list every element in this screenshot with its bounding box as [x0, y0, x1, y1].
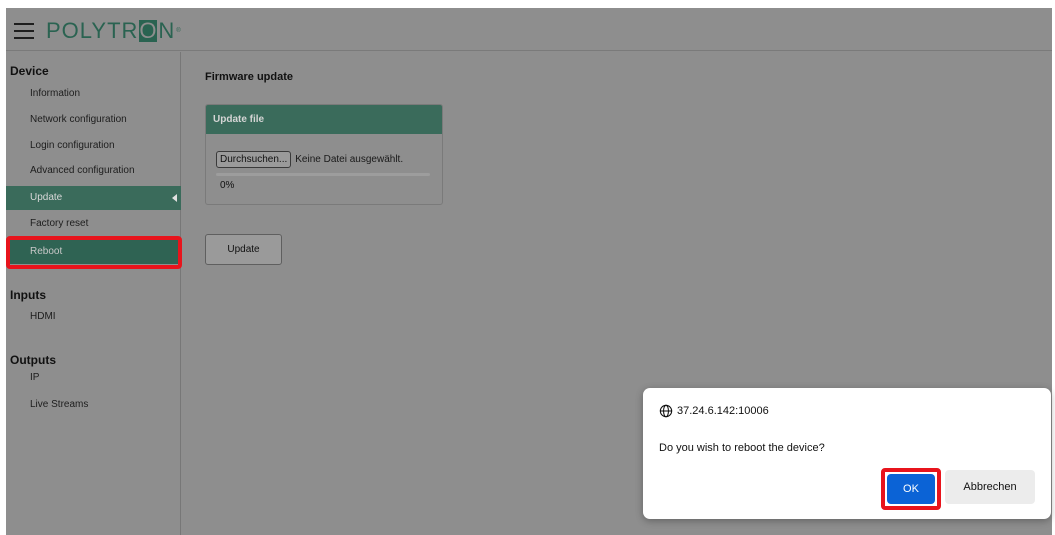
sidebar-item-update-label: Update	[30, 192, 63, 203]
sidebar-item-live-streams[interactable]: Live Streams	[6, 393, 181, 417]
hamburger-icon[interactable]	[14, 23, 34, 39]
sidebar-section-inputs: Inputs	[10, 288, 46, 302]
browse-button[interactable]: Durchsuchen...	[216, 151, 292, 168]
polytron-logo: POLYTR O N ®	[46, 17, 182, 45]
dialog-origin: 37.24.6.142:10006	[659, 404, 769, 418]
app-header: POLYTR O N ®	[6, 8, 1052, 51]
logo-registered-mark: ®	[176, 28, 182, 34]
ok-button[interactable]: OK	[887, 474, 935, 504]
globe-icon	[659, 404, 673, 418]
page-title: Firmware update	[205, 71, 294, 83]
logo-text-left: POLYTR	[46, 18, 139, 43]
sidebar-section-device: Device	[10, 64, 49, 78]
update-file-panel: Update file Durchsuchen... Keine Datei a…	[205, 104, 443, 205]
update-button[interactable]: Update	[205, 234, 282, 265]
sidebar: Device Information Network configuration…	[6, 52, 182, 535]
sidebar-item-update[interactable]: Update	[6, 186, 181, 210]
reboot-confirm-dialog: 37.24.6.142:10006 Do you wish to reboot …	[643, 388, 1051, 519]
cancel-button[interactable]: Abbrechen	[945, 470, 1035, 504]
sidebar-item-login-configuration[interactable]: Login configuration	[6, 134, 181, 158]
logo-text-right: N	[158, 18, 176, 43]
progress-percent: 0%	[220, 180, 235, 191]
sidebar-item-ip[interactable]: IP	[6, 366, 181, 390]
sidebar-item-advanced-configuration[interactable]: Advanced configuration	[6, 159, 181, 183]
caption-strip	[0, 0, 1055, 8]
file-input-row: Durchsuchen... Keine Datei ausgewählt.	[216, 151, 403, 168]
sidebar-item-information[interactable]: Information	[6, 82, 181, 106]
sidebar-section-outputs: Outputs	[10, 353, 56, 367]
sidebar-item-network-configuration[interactable]: Network configuration	[6, 108, 181, 132]
sidebar-item-reboot[interactable]: Reboot	[6, 240, 181, 264]
dialog-origin-text: 37.24.6.142:10006	[677, 405, 769, 417]
progress-bar	[216, 173, 430, 176]
logo-o-box: O	[139, 18, 158, 43]
panel-header: Update file	[206, 105, 442, 134]
active-arrow-icon	[172, 194, 177, 202]
sidebar-item-factory-reset[interactable]: Factory reset	[6, 212, 181, 236]
file-status-text: Keine Datei ausgewählt.	[295, 154, 404, 165]
dialog-message: Do you wish to reboot the device?	[659, 442, 825, 454]
sidebar-item-hdmi[interactable]: HDMI	[6, 305, 181, 329]
